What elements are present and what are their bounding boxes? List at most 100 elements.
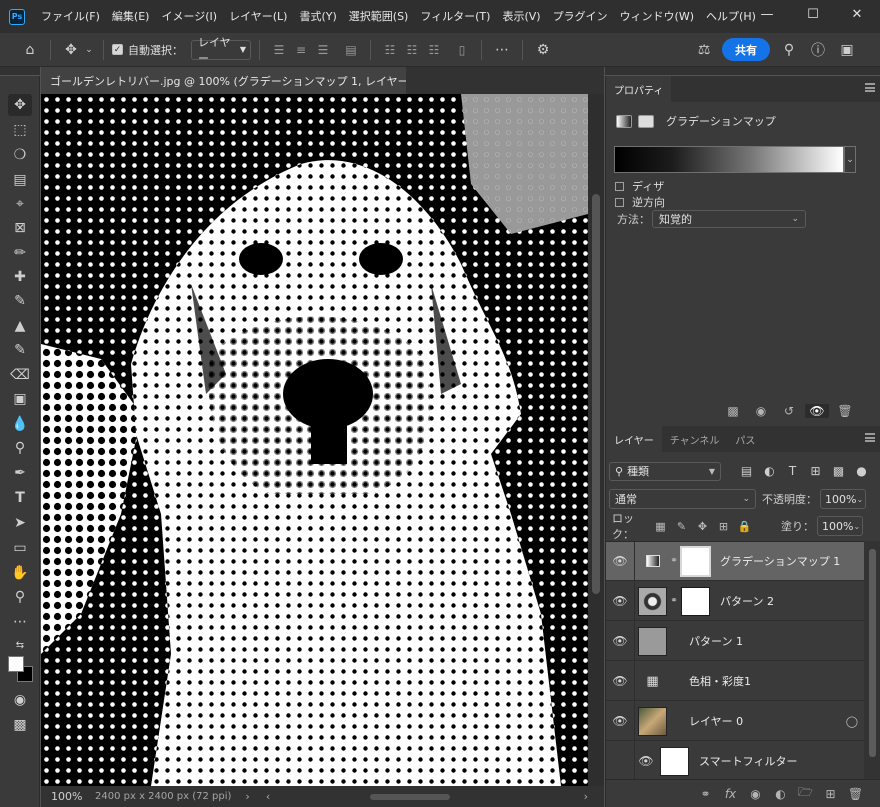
lock-transparency-icon[interactable]: ▦ (650, 520, 671, 533)
swap-colors-icon[interactable]: ⇆ (8, 634, 32, 656)
fill-field[interactable]: 100% ⌄ (817, 516, 863, 536)
layer-style-icon[interactable]: fx (719, 787, 742, 801)
align-left-icon[interactable]: ☰ (268, 39, 290, 61)
layer-mask-thumbnail[interactable] (681, 586, 710, 616)
close-window-button[interactable]: ✕ (836, 0, 878, 28)
chevron-right-icon[interactable]: › (584, 790, 588, 803)
align-hcenter-icon[interactable]: ≡ (290, 39, 312, 61)
layer-row[interactable]: 👁 ▦ 色相・彩度1 (606, 662, 864, 701)
eye-icon[interactable]: 👁 (606, 554, 634, 568)
move-tool-icon[interactable]: ✥ (59, 38, 83, 62)
clip-to-layer-icon[interactable]: ▩ (721, 404, 745, 418)
layer-list-scrollbar[interactable] (864, 541, 880, 779)
menu-view[interactable]: 表示(V) (496, 0, 546, 33)
auto-select-target-dropdown[interactable]: レイヤー ▼ (191, 36, 251, 65)
menu-file[interactable]: ファイル(F) (35, 0, 106, 33)
lock-artboard-icon[interactable]: ⊞ (713, 520, 734, 533)
distribute-vertical-icon[interactable]: ▯ (451, 39, 473, 61)
frame-tool-icon[interactable]: ⊠ (8, 217, 32, 239)
link-icon[interactable]: ⚭ (669, 596, 679, 606)
reset-icon[interactable]: ↺ (777, 404, 801, 418)
chevron-right-icon[interactable]: › (245, 790, 249, 803)
opacity-field[interactable]: 100% ⌄ (820, 489, 866, 509)
horizontal-scrollbar-thumb[interactable] (370, 793, 451, 800)
layer-row[interactable]: 👁 ⚭ グラデーションマップ 1 (606, 542, 864, 581)
lock-all-icon[interactable]: 🔒 (734, 520, 755, 533)
pen-tool-icon[interactable]: ✒ (8, 462, 32, 484)
blend-mode-dropdown[interactable]: 通常 ⌄ (609, 489, 756, 509)
lock-position-icon[interactable]: ✥ (692, 520, 713, 533)
share-button[interactable]: 共有 (722, 38, 770, 61)
layer-row[interactable]: 👁 ⚭ パターン 2 (606, 582, 864, 621)
blur-tool-icon[interactable]: 💧 (8, 413, 32, 435)
move-tool-icon[interactable]: ✥ (8, 94, 32, 116)
smart-filter-mask-thumbnail[interactable] (660, 746, 689, 776)
eraser-tool-icon[interactable]: ⌫ (8, 364, 32, 386)
more-options-icon[interactable]: ⋯ (490, 38, 514, 62)
object-select-tool-icon[interactable]: ▤ (8, 169, 32, 191)
eyedropper-tool-icon[interactable]: ✏ (8, 242, 32, 264)
align-right-icon[interactable]: ☰ (312, 39, 334, 61)
panel-menu-icon[interactable] (865, 433, 875, 442)
quick-mask-icon[interactable]: ◉ (8, 689, 32, 711)
filter-adjustment-icon[interactable]: ◐ (758, 464, 781, 478)
search-icon[interactable]: ⚲ (777, 38, 801, 62)
menu-image[interactable]: イメージ(I) (155, 0, 223, 33)
home-icon[interactable]: ⌂ (18, 38, 42, 62)
canvas[interactable] (41, 94, 588, 786)
dodge-tool-icon[interactable]: ⚲ (8, 437, 32, 459)
tab-paths[interactable]: パス (727, 426, 763, 452)
eye-icon[interactable]: 👁 (606, 674, 634, 688)
maximize-button[interactable]: ☐ (792, 0, 834, 28)
lock-pixels-icon[interactable]: ✎ (671, 520, 692, 533)
healing-brush-tool-icon[interactable]: ✚ (8, 266, 32, 288)
help-icon[interactable]: ⓘ (806, 38, 830, 62)
menu-edit[interactable]: 編集(E) (106, 0, 156, 33)
new-adjustment-icon[interactable]: ◐ (769, 787, 792, 801)
add-mask-icon[interactable]: ◉ (744, 787, 767, 801)
history-brush-tool-icon[interactable]: ✎ (8, 339, 32, 361)
align-top-icon[interactable]: ☷ (379, 39, 401, 61)
workspace-icon[interactable]: ▣ (835, 38, 859, 62)
rectangle-tool-icon[interactable]: ▭ (8, 537, 32, 559)
new-group-icon[interactable]: 🗁 (794, 783, 817, 804)
align-bottom-icon[interactable]: ☷ (423, 39, 445, 61)
flask-icon[interactable]: ⚖ (692, 38, 716, 62)
vertical-scrollbar[interactable] (588, 94, 604, 786)
reverse-checkbox[interactable] (615, 197, 624, 207)
gradient-preview[interactable] (614, 146, 844, 173)
layer-mask-thumbnail[interactable] (680, 545, 711, 577)
type-tool-icon[interactable]: T (8, 487, 32, 509)
filter-pixel-icon[interactable]: ▤ (735, 464, 758, 478)
document-tab[interactable]: ゴールデンレトリバー.jpg @ 100% (グラデーションマップ 1, レイヤ… (41, 67, 406, 94)
eye-icon[interactable]: 👁 (606, 634, 634, 648)
zoom-level[interactable]: 100% (41, 790, 89, 803)
scrollbar-thumb[interactable] (592, 194, 600, 594)
reverse-checkbox-row[interactable]: 逆方向 (615, 194, 665, 210)
gradient-dropdown-button[interactable]: ⌄ (844, 146, 856, 173)
layer-filter-dropdown[interactable]: ⚲ 種類 ▼ (609, 461, 721, 481)
dither-checkbox-row[interactable]: ディザ (615, 178, 664, 194)
gear-icon[interactable]: ⚙ (531, 38, 555, 62)
layer-row[interactable]: 👁 スマートフィルター (606, 742, 864, 779)
scrollbar-thumb[interactable] (869, 549, 876, 757)
dither-checkbox[interactable] (615, 181, 624, 191)
tab-channels[interactable]: チャンネル (662, 426, 728, 452)
menu-select[interactable]: 選択範囲(S) (343, 0, 415, 33)
menu-filter[interactable]: フィルター(T) (414, 0, 496, 33)
lasso-tool-icon[interactable]: ❍ (8, 144, 32, 166)
eye-icon[interactable]: 👁 (634, 754, 658, 768)
path-select-tool-icon[interactable]: ➤ (8, 512, 32, 534)
minimize-button[interactable]: — (746, 0, 788, 28)
link-layers-icon[interactable]: ⚭ (694, 787, 717, 801)
new-layer-icon[interactable]: ⊞ (819, 787, 842, 801)
filter-smart-object-icon[interactable]: ▩ (827, 464, 850, 478)
stamp-tool-icon[interactable]: ▲ (8, 315, 32, 337)
trash-icon[interactable]: 🗑 (844, 787, 867, 801)
layer-row[interactable]: 👁 パターン 1 (606, 622, 864, 661)
crop-tool-icon[interactable]: ⌖ (8, 193, 32, 215)
method-dropdown[interactable]: 知覚的 ⌄ (652, 210, 806, 228)
menu-plugins[interactable]: プラグイン (547, 0, 614, 33)
adjustment-icon[interactable] (616, 114, 632, 128)
hand-tool-icon[interactable]: ✋ (8, 562, 32, 584)
